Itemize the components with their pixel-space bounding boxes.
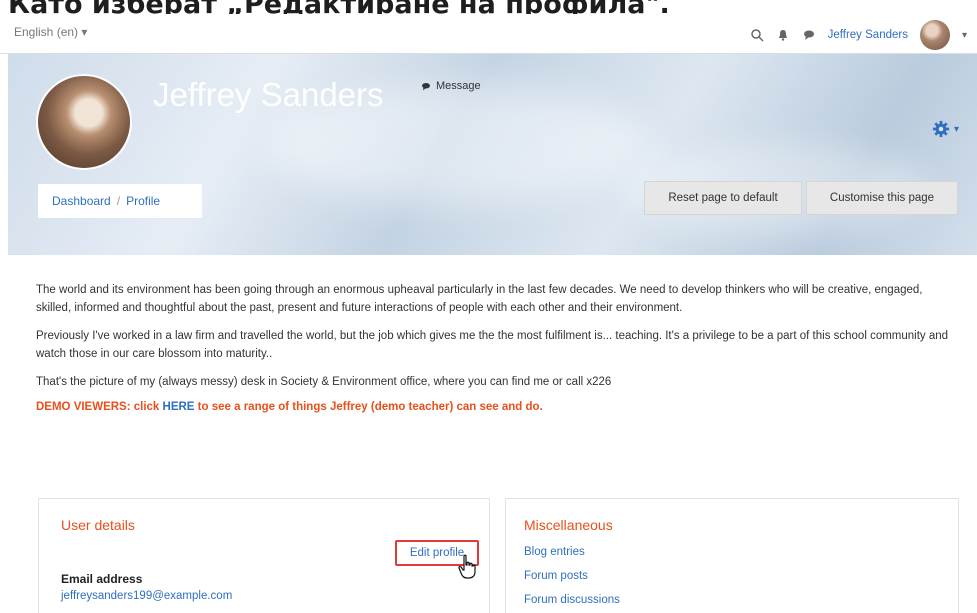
demo-here-link[interactable]: HERE: [163, 401, 195, 413]
user-details-card: User details Edit profile Email address …: [38, 498, 490, 613]
reset-page-button[interactable]: Reset page to default: [644, 181, 802, 215]
miscellaneous-title: Miscellaneous: [524, 517, 613, 533]
profile-name: Jeffrey Sanders: [153, 76, 384, 113]
chevron-down-icon[interactable]: ▾: [962, 30, 967, 41]
language-label: English (en): [14, 25, 79, 39]
gear-menu[interactable]: ▾: [932, 120, 959, 138]
demo-notice: DEMO VIEWERS: click HERE to see a range …: [36, 401, 951, 413]
chat-icon: [422, 82, 430, 90]
profile-header: Jeffrey Sanders Message ▾ Dashboard / Pr…: [8, 54, 977, 255]
navbar-user-name[interactable]: Jeffrey Sanders: [828, 29, 908, 41]
email-address-value[interactable]: jeffreysanders199@example.com: [61, 590, 232, 602]
language-menu[interactable]: English (en) ▾: [14, 25, 87, 39]
gear-icon: [932, 120, 950, 138]
chat-icon[interactable]: [802, 28, 816, 42]
customise-page-button[interactable]: Customise this page: [806, 181, 958, 215]
search-icon[interactable]: [750, 28, 764, 42]
chevron-down-icon: ▾: [953, 123, 959, 135]
breadcrumb-dashboard[interactable]: Dashboard: [52, 194, 111, 208]
demo-suffix: to see a range of things Jeffrey (demo t…: [194, 401, 543, 413]
breadcrumb: Dashboard / Profile: [38, 184, 202, 218]
demo-prefix: DEMO VIEWERS: click: [36, 401, 163, 413]
bio-paragraph: The world and its environment has been g…: [36, 284, 923, 314]
forum-discussions-link[interactable]: Forum discussions: [524, 594, 620, 606]
breadcrumb-profile[interactable]: Profile: [126, 194, 160, 208]
message-label: Message: [436, 80, 481, 92]
navbar-avatar[interactable]: [919, 20, 950, 50]
profile-content: The world and its environment has been g…: [18, 255, 969, 613]
bio-paragraph: Previously I've worked in a law firm and…: [36, 330, 949, 360]
slide-caption: Като изберат „Редактиране на профила".: [0, 0, 977, 14]
blog-entries-link[interactable]: Blog entries: [524, 546, 585, 558]
profile-picture: [36, 74, 132, 170]
message-link[interactable]: Message: [420, 80, 481, 92]
bell-icon[interactable]: [776, 28, 790, 42]
bio-paragraph: That's the picture of my (always messy) …: [36, 376, 612, 388]
forum-posts-link[interactable]: Forum posts: [524, 570, 588, 582]
hand-cursor-icon: [458, 554, 476, 579]
miscellaneous-card: Miscellaneous Blog entries Forum posts F…: [505, 498, 959, 613]
navbar-user-area: Jeffrey Sanders ▾: [750, 20, 967, 50]
user-details-title: User details: [61, 517, 135, 533]
email-address-label: Email address: [61, 572, 143, 586]
top-navbar: English (en) ▾ Jeffrey Sanders ▾: [0, 14, 977, 54]
breadcrumb-separator: /: [116, 194, 121, 208]
